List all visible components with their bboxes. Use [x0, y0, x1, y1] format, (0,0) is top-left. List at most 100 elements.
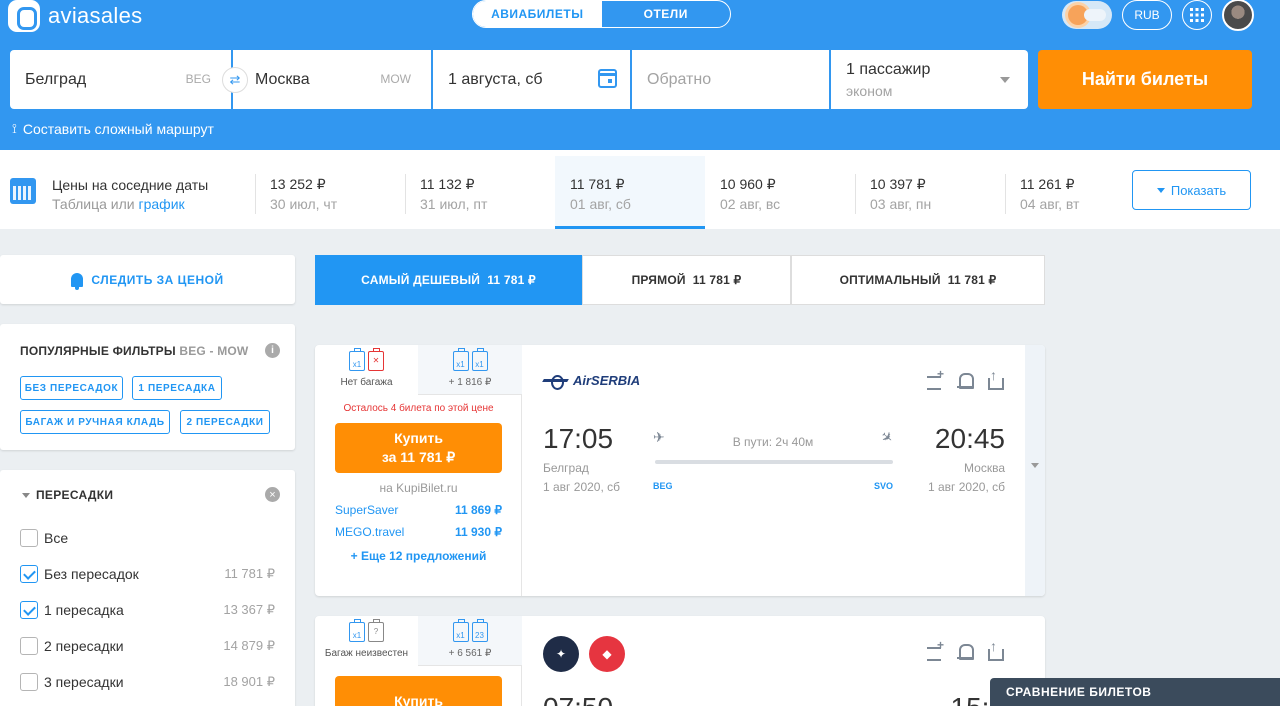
date-price-cell[interactable]: 13 252 ₽ 30 июл, чт	[255, 156, 405, 229]
sort-tab-optimal[interactable]: ОПТИМАЛЬНЫЙ 11 781 ₽	[791, 255, 1045, 305]
calendar-icon[interactable]	[598, 69, 617, 88]
buy-button[interactable]: Купить за 11 781 ₽	[335, 423, 502, 473]
stops-option-nonstop[interactable]: Без пересадок 11 781 ₽	[20, 564, 275, 584]
no-baggage-icon: ✕	[368, 348, 384, 371]
filter-chip-baggage[interactable]: БАГАЖ И РУЧНАЯ КЛАДЬ	[20, 410, 170, 434]
sort-tab-price: 11 781 ₽	[692, 273, 742, 287]
product-tabs: АВИАБИЛЕТЫ ОТЕЛИ	[472, 0, 731, 28]
option-price: 18 901 ₽	[223, 674, 275, 689]
table-link[interactable]: Таблица	[52, 196, 107, 212]
sort-tab-cheapest[interactable]: САМЫЙ ДЕШЕВЫЙ 11 781 ₽	[315, 255, 582, 305]
watch-price-button[interactable]: СЛЕДИТЬ ЗА ЦЕНОЙ	[0, 255, 295, 304]
popular-filters-heading: ПОПУЛЯРНЫЕ ФИЛЬТРЫ	[20, 344, 176, 358]
checkbox[interactable]	[20, 529, 38, 547]
ticket-buy-section: x1 ✕ Нет багажа x1 x1 + 1 816 ₽ Осталось…	[315, 345, 522, 596]
tab-flights[interactable]: АВИАБИЛЕТЫ	[473, 1, 602, 27]
option-label: 2 пересадки	[44, 638, 124, 654]
swap-icon[interactable]: ⇄	[222, 67, 248, 93]
seller-site: на KupiBilet.ru	[379, 481, 458, 495]
hand-luggage-icon: x1	[349, 619, 365, 642]
find-tickets-button[interactable]: Найти билеты	[1038, 50, 1252, 109]
filter-chip-two-stops[interactable]: 2 ПЕРЕСАДКИ	[180, 410, 270, 434]
origin-field[interactable]: Белград BEG	[10, 50, 231, 109]
passengers-field[interactable]: 1 пассажир эконом	[831, 50, 1028, 109]
agent-offer[interactable]: MEGO.travel 11 930 ₽	[335, 525, 502, 539]
date-price-cells: 13 252 ₽ 30 июл, чт 11 132 ₽ 31 июл, пт 11…	[255, 156, 1155, 229]
ticket-card: x1 ? Багаж неизвестен x1 23 + 6 561 ₽ Ку…	[315, 616, 1045, 706]
date-price-cell[interactable]: 10 960 ₽ 02 авг, вс	[705, 156, 855, 229]
airline-name: AirSERBIA	[573, 373, 641, 388]
arrival-city: Москва	[964, 461, 1005, 475]
agent-name: SuperSaver	[335, 503, 399, 517]
aviasales-logo-icon	[8, 0, 40, 32]
stops-option-all[interactable]: Все	[20, 528, 275, 548]
ticket-card: x1 ✕ Нет багажа x1 x1 + 1 816 ₽ Осталось…	[315, 345, 1045, 596]
airline-logo: AirSERBIA	[543, 373, 641, 390]
date-price-cell-selected[interactable]: 11 781 ₽ 01 авг, сб	[555, 156, 705, 229]
tab-hotels[interactable]: ОТЕЛИ	[602, 1, 731, 27]
cell-price: 13 252 ₽	[270, 176, 326, 192]
cell-date: 02 авг, вс	[720, 196, 781, 212]
checkbox-checked[interactable]	[20, 601, 38, 619]
checkbox[interactable]	[20, 673, 38, 691]
add-to-compare-icon[interactable]	[927, 638, 945, 662]
show-dates-button[interactable]: Показать	[1132, 170, 1251, 210]
depart-date-field[interactable]: 1 августа, сб	[433, 50, 630, 109]
stops-filter-toggle[interactable]: ПЕРЕСАДКИ	[22, 488, 113, 502]
date-price-cell[interactable]: 11 132 ₽ 31 июл, пт	[405, 156, 555, 229]
agent-offer[interactable]: SuperSaver 11 869 ₽	[335, 503, 502, 517]
user-avatar[interactable]	[1222, 0, 1254, 31]
ticket-buy-section: x1 ? Багаж неизвестен x1 23 + 6 561 ₽ Ку…	[315, 616, 522, 706]
stops-option-one[interactable]: 1 пересадка 13 367 ₽	[20, 600, 275, 620]
info-icon[interactable]: i	[265, 343, 280, 358]
origin-value: Белград	[25, 70, 87, 88]
more-offers-link[interactable]: + Еще 12 предложений	[315, 549, 522, 563]
filter-chip-nonstop[interactable]: БЕЗ ПЕРЕСАДОК	[20, 376, 123, 400]
depart-date-value: 1 августа, сб	[448, 70, 543, 88]
arrival-date: 1 авг 2020, сб	[927, 480, 1005, 494]
bell-icon[interactable]	[957, 371, 975, 391]
baggage-option-unknown[interactable]: x1 ? Багаж неизвестен	[315, 616, 419, 666]
option-price: 11 781 ₽	[224, 566, 275, 581]
show-dates-label: Показать	[1170, 182, 1227, 198]
departure-city: Белград	[543, 461, 589, 475]
filter-chip-one-stop[interactable]: 1 ПЕРЕСАДКА	[132, 376, 222, 400]
compare-tickets-bar[interactable]: СРАВНЕНИЕ БИЛЕТОВ	[990, 678, 1280, 706]
share-icon[interactable]	[987, 367, 1005, 391]
add-to-compare-icon[interactable]	[927, 367, 945, 391]
destination-field[interactable]: Москва MOW	[233, 50, 431, 109]
buy-label: Купить	[394, 692, 443, 706]
seats-left-note: Осталось 4 билета по этой цене	[343, 403, 494, 414]
complex-route-link[interactable]: ⟟ Составить сложный маршрут	[12, 121, 214, 137]
bell-icon[interactable]	[957, 642, 975, 662]
stops-option-two[interactable]: 2 пересадки 14 879 ₽	[20, 636, 275, 656]
currency-button[interactable]: RUB	[1122, 0, 1172, 30]
stops-option-three[interactable]: 3 пересадки 18 901 ₽	[20, 672, 275, 692]
weather-icon[interactable]	[1062, 1, 1112, 29]
clear-filter-icon[interactable]: ×	[265, 487, 280, 502]
date-price-cell[interactable]: 10 397 ₽ 03 авг, пн	[855, 156, 1005, 229]
share-icon[interactable]	[987, 638, 1005, 662]
checkbox-checked[interactable]	[20, 565, 38, 583]
logo[interactable]: aviasales	[8, 0, 142, 32]
baggage-option-with-bag[interactable]: x1 23 + 6 561 ₽	[418, 616, 522, 666]
flight-details[interactable]: ✦ ◆ 07:50 15:5	[523, 616, 1025, 706]
baggage-option-no-bag[interactable]: x1 ✕ Нет багажа	[315, 345, 419, 395]
unknown-baggage-icon: ?	[368, 619, 384, 642]
flight-details[interactable]: AirSERBIA 17:05 20:45 Белград Москва 1 а…	[523, 345, 1025, 596]
calendar-table-icon	[10, 178, 36, 204]
buy-button[interactable]: Купить	[335, 676, 502, 706]
return-date-field[interactable]: Обратно	[632, 50, 829, 109]
aeroflot-logo-icon: ◆	[589, 636, 625, 672]
apps-menu-icon[interactable]	[1182, 0, 1212, 30]
checkbox[interactable]	[20, 637, 38, 655]
option-price: 14 879 ₽	[223, 638, 275, 653]
popular-filters-title: ПОПУЛЯРНЫЕ ФИЛЬТРЫ BEG - MOW	[20, 344, 248, 358]
cell-date: 01 авг, сб	[570, 196, 631, 212]
expand-ticket-toggle[interactable]	[1025, 345, 1045, 596]
sort-tab-direct[interactable]: ПРЯМОЙ 11 781 ₽	[582, 255, 791, 305]
origin-code: BEG	[185, 72, 211, 86]
baggage-option-with-bag[interactable]: x1 x1 + 1 816 ₽	[418, 345, 522, 395]
chart-link[interactable]: график	[139, 196, 185, 212]
route-icon: ⟟	[12, 121, 17, 136]
